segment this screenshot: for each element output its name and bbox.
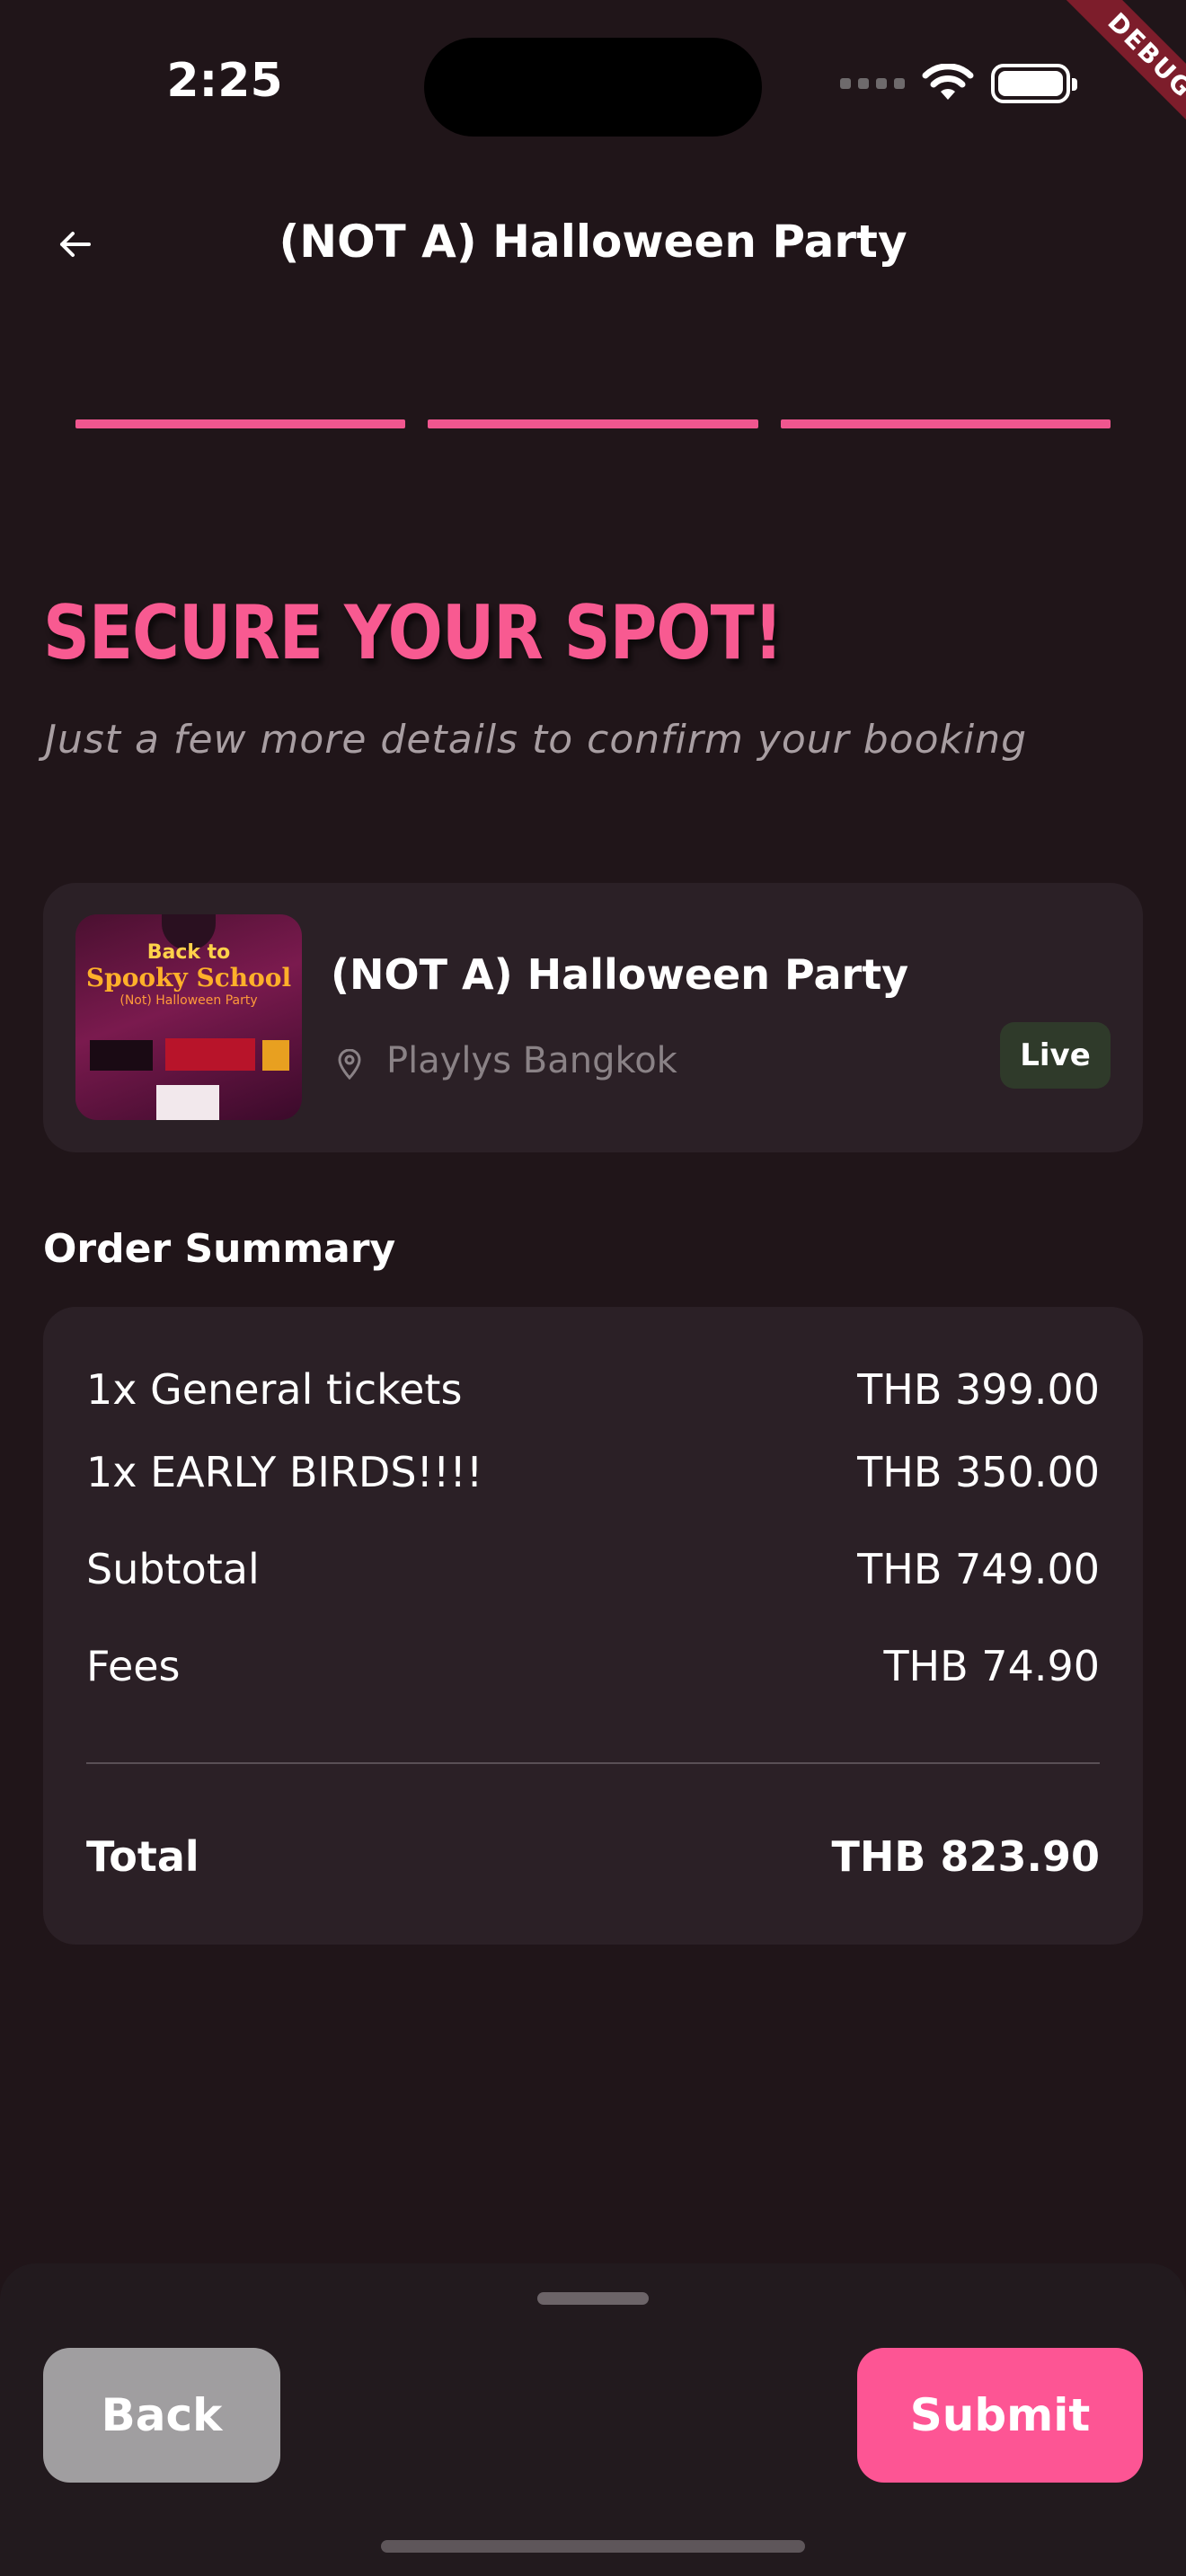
order-summary-heading: Order Summary (43, 1226, 396, 1272)
poster-line-2: Spooky School (85, 963, 292, 992)
poster-block (90, 1040, 153, 1071)
secure-heading: SECURE YOUR SPOT! (43, 588, 783, 676)
event-venue: Playlys Bangkok (386, 1040, 677, 1081)
subtotal-label: Subtotal (86, 1545, 260, 1593)
step-progress (75, 419, 1111, 428)
poster-line-3: (Not) Halloween Party (119, 993, 258, 1008)
line-item-price: THB 350.00 (857, 1448, 1100, 1496)
dynamic-island (424, 38, 762, 137)
poster-line-1: Back to (146, 941, 231, 964)
sheet-drag-handle[interactable] (537, 2292, 649, 2305)
submit-button[interactable]: Submit (857, 2348, 1143, 2483)
total-label: Total (86, 1832, 199, 1881)
event-title: (NOT A) Halloween Party (331, 950, 909, 999)
battery-icon (991, 64, 1077, 103)
page-title: (NOT A) Halloween Party (279, 216, 907, 268)
cellular-signal-icon (840, 78, 905, 89)
home-indicator[interactable] (381, 2540, 805, 2553)
back-arrow-icon[interactable] (52, 226, 97, 271)
subtotal-value: THB 749.00 (857, 1545, 1100, 1593)
fees-value: THB 74.90 (883, 1642, 1100, 1690)
poster-block (156, 1085, 219, 1120)
total-value: THB 823.90 (831, 1832, 1100, 1881)
status-badge: Live (1000, 1022, 1111, 1089)
poster-block (165, 1038, 255, 1071)
summary-divider (86, 1762, 1100, 1764)
wifi-icon (922, 64, 974, 100)
location-pin-icon (338, 1049, 361, 1080)
event-poster-image: Back to Spooky School (Not) Halloween Pa… (75, 914, 302, 1120)
poster-block (262, 1040, 289, 1071)
status-indicators (840, 61, 1083, 106)
progress-step-2 (428, 419, 758, 428)
line-item-price: THB 399.00 (857, 1365, 1100, 1414)
status-time: 2:25 (166, 54, 283, 108)
line-item-label: 1x EARLY BIRDS!!!! (86, 1448, 483, 1496)
progress-step-1 (75, 419, 406, 428)
fees-label: Fees (86, 1642, 181, 1690)
secure-subtitle: Just a few more details to confirm your … (45, 717, 1028, 763)
line-item-label: 1x General tickets (86, 1365, 463, 1414)
progress-step-3 (780, 419, 1111, 428)
back-button[interactable]: Back (43, 2348, 280, 2483)
